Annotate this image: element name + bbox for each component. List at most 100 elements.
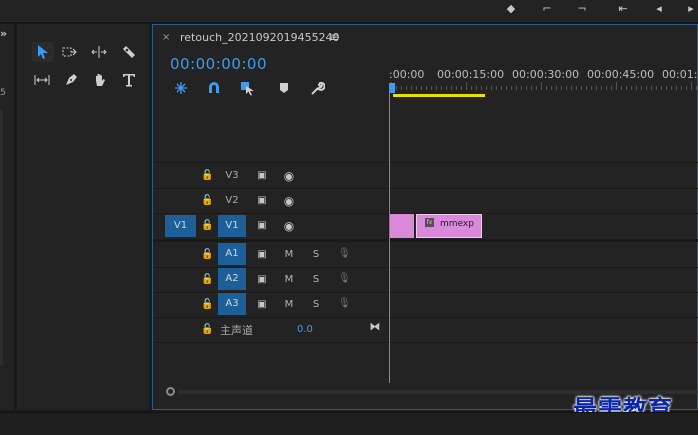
ruler-tick	[551, 86, 552, 90]
lock-icon[interactable]: 🔓	[201, 324, 213, 336]
sync-lock-icon[interactable]: ▣	[255, 299, 269, 310]
video-audio-divider[interactable]	[153, 239, 698, 242]
ruler-tick	[491, 86, 492, 90]
playhead-timecode[interactable]: 00:00:00:00	[170, 55, 267, 73]
mark-left-icon[interactable]: ◂	[652, 2, 666, 16]
step-back-icon[interactable]: ⇤	[616, 2, 630, 16]
ruler-tick	[671, 86, 672, 90]
master-track-name: 主声道	[220, 324, 253, 337]
type-tool-icon[interactable]	[118, 70, 140, 90]
lock-icon[interactable]: 🔓	[201, 274, 213, 286]
ruler-tick	[421, 86, 422, 90]
pen-tool-icon[interactable]	[60, 70, 82, 90]
lock-icon[interactable]: 🔓	[201, 195, 213, 207]
ruler-tick	[586, 86, 587, 90]
ruler-tick	[601, 86, 602, 90]
ruler-tick	[691, 82, 692, 90]
razor-tool-icon[interactable]	[118, 42, 140, 62]
ruler-tick	[676, 86, 677, 90]
ruler-tick	[536, 86, 537, 90]
source-patch-v1[interactable]: V1	[165, 215, 196, 237]
ruler-tick	[396, 86, 397, 90]
ruler-tick	[451, 86, 452, 90]
slip-tool-icon[interactable]	[31, 70, 53, 90]
microphone-icon[interactable]: 🎙	[338, 273, 351, 284]
mute-button[interactable]: M	[284, 274, 294, 285]
microphone-icon[interactable]: 🎙	[338, 298, 351, 309]
ruler-tick	[471, 86, 472, 90]
track-name-v1[interactable]: V1	[218, 215, 246, 237]
zoom-handle[interactable]	[166, 387, 175, 396]
ruler-label: 00:01:0	[662, 68, 698, 81]
solo-button[interactable]: S	[311, 274, 321, 285]
snap-magnet-icon[interactable]	[206, 80, 224, 96]
mute-button[interactable]: M	[284, 299, 294, 310]
ruler-tick	[581, 86, 582, 90]
track-select-tool-icon[interactable]	[58, 42, 80, 62]
ruler-tick	[401, 86, 402, 90]
work-area-bar[interactable]	[393, 94, 485, 97]
track-name-v2[interactable]: V2	[218, 190, 246, 212]
go-to-end-icon[interactable]: ⧓	[368, 320, 382, 333]
clip-segment[interactable]	[390, 214, 414, 238]
ruler-tick	[656, 86, 657, 90]
track-name-v3[interactable]: V3	[218, 165, 246, 187]
sync-lock-icon[interactable]: ▣	[255, 170, 269, 181]
playhead-handle[interactable]	[389, 83, 395, 93]
ruler-tick	[556, 86, 557, 90]
add-marker-icon[interactable]	[276, 80, 294, 96]
sync-lock-icon[interactable]: ▣	[255, 274, 269, 285]
sequence-tab-name[interactable]: retouch_2021092019455240	[180, 31, 340, 44]
ruler-tick	[666, 86, 667, 90]
ruler-tick	[426, 86, 427, 90]
close-tab-icon[interactable]: ×	[162, 32, 170, 43]
ruler-tick	[681, 86, 682, 90]
eye-visibility-icon[interactable]: ◉	[282, 219, 296, 233]
panel-menu-icon[interactable]: ≡	[329, 30, 339, 44]
selection-tool-icon[interactable]	[32, 42, 54, 62]
mute-button[interactable]: M	[284, 249, 294, 260]
lock-icon[interactable]: 🔓	[201, 170, 213, 182]
left-panel-scroll[interactable]	[0, 110, 3, 365]
track-name-a1[interactable]: A1	[218, 243, 246, 265]
ruler-tick	[696, 86, 697, 90]
track-name-a2[interactable]: A2	[218, 268, 246, 290]
sync-lock-icon[interactable]: ▣	[255, 220, 269, 231]
track-name-a3[interactable]: A3	[218, 293, 246, 315]
ruler-tick	[571, 86, 572, 90]
playhead-line[interactable]	[389, 93, 390, 383]
lock-icon[interactable]: 🔓	[201, 299, 213, 311]
solo-button[interactable]: S	[311, 299, 321, 310]
ruler-tick	[446, 86, 447, 90]
fx-badge[interactable]: fx	[425, 218, 434, 227]
ruler-tick	[611, 86, 612, 90]
ruler-label: 00:00:45:00	[587, 68, 655, 81]
ruler-tick	[411, 86, 412, 90]
ruler-tick	[596, 86, 597, 90]
sync-lock-icon[interactable]: ▣	[255, 195, 269, 206]
lock-icon[interactable]: 🔓	[201, 220, 213, 232]
ruler-tick	[456, 86, 457, 90]
solo-button[interactable]: S	[311, 249, 321, 260]
clip-name: mmexp	[440, 219, 474, 229]
wrench-settings-icon[interactable]	[309, 80, 327, 96]
lock-icon[interactable]: 🔓	[201, 249, 213, 261]
divider	[153, 162, 698, 163]
diamond-icon[interactable]: ◆	[504, 2, 518, 16]
track-header-v3	[153, 164, 389, 188]
ruler-tick	[621, 86, 622, 90]
bracket-left-icon[interactable]: ⌐	[540, 2, 554, 16]
collapse-chevron-icon[interactable]: »	[0, 27, 7, 40]
row-divider	[153, 342, 698, 343]
hand-tool-icon[interactable]	[89, 70, 111, 90]
eye-visibility-icon[interactable]: ◉	[282, 194, 296, 208]
microphone-icon[interactable]: 🎙	[338, 248, 351, 259]
linked-selection-icon[interactable]	[240, 80, 258, 96]
sync-lock-icon[interactable]: ▣	[255, 249, 269, 260]
insert-nest-icon[interactable]	[173, 80, 191, 96]
ripple-edit-tool-icon[interactable]	[88, 42, 110, 62]
eye-visibility-icon[interactable]: ◉	[282, 169, 296, 183]
step-forward-icon[interactable]: ▸	[684, 2, 698, 16]
bracket-right-icon[interactable]: ¬	[575, 2, 589, 16]
master-volume-value[interactable]: 0.0	[297, 324, 313, 335]
